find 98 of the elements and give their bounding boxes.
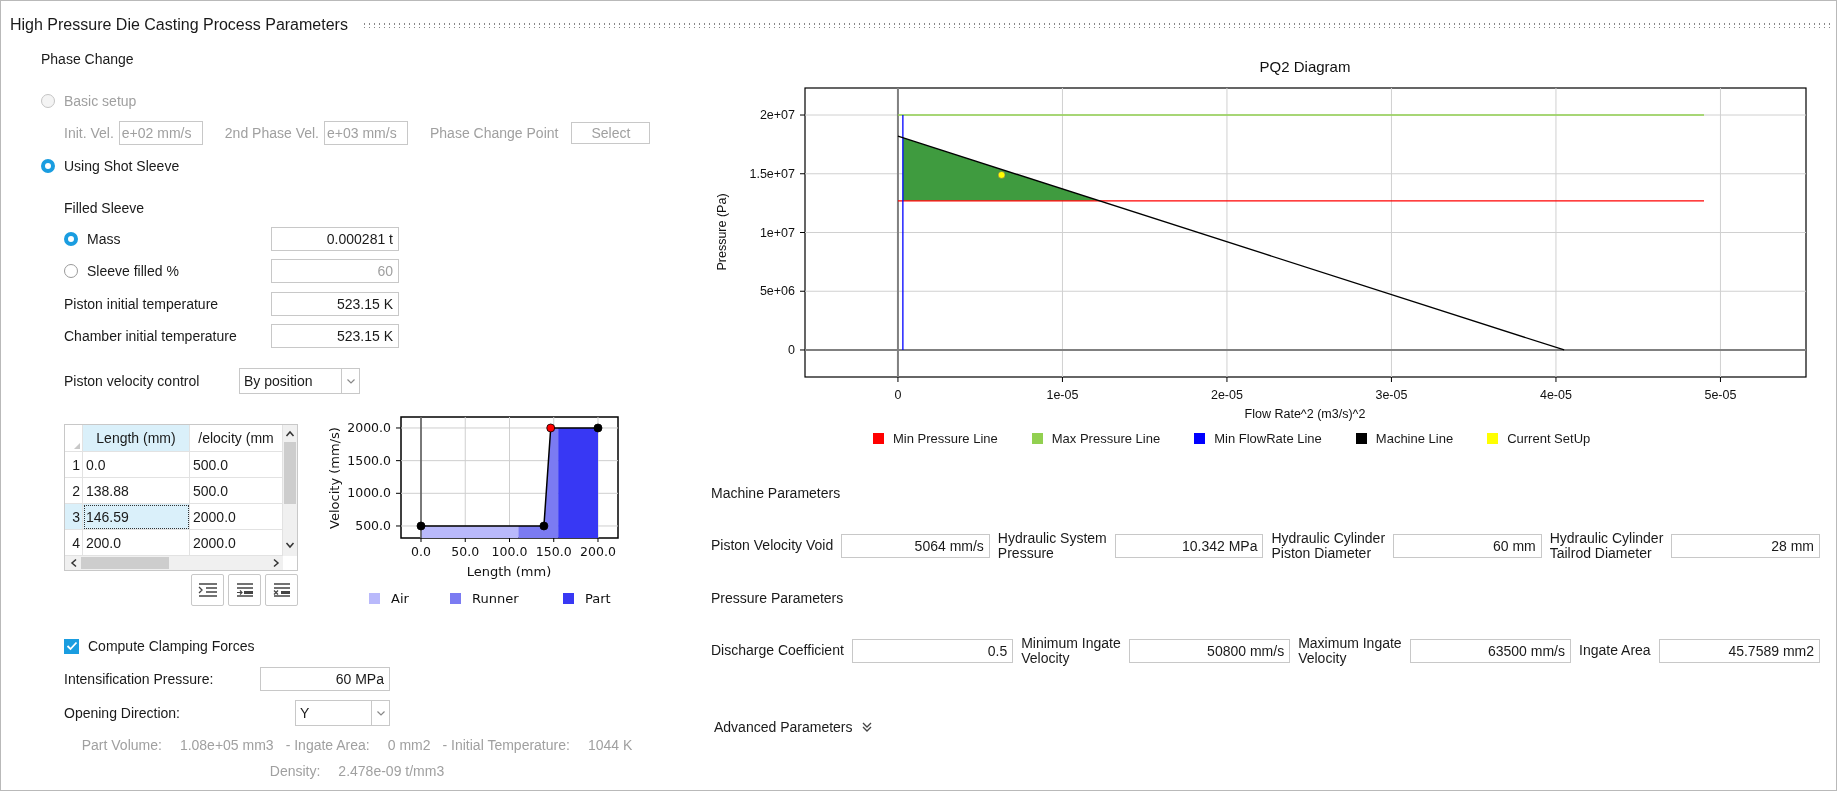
y-tick-label: 0 — [788, 343, 795, 357]
summary-label: Part Volume: — [81, 737, 162, 753]
axis-label: Flow Rate^2 (m3/s)^2 — [1244, 407, 1366, 421]
section-title: Machine Parameters — [711, 485, 841, 501]
vertical-scrollbar[interactable] — [283, 425, 297, 556]
x-tick-label: 100.0 — [491, 544, 528, 559]
x-tick-label: 50.0 — [451, 544, 480, 559]
table-tool-button[interactable] — [265, 574, 298, 606]
legend-label: Max Pressure Line — [1051, 430, 1161, 446]
text-field[interactable]: 0.5 — [851, 639, 1014, 663]
radio-option[interactable]: Using Shot Sleeve — [41, 158, 180, 174]
table-tool-button[interactable] — [228, 574, 261, 606]
x-tick-label: 2e-05 — [1210, 388, 1243, 402]
section-title: Pressure Parameters — [711, 590, 844, 606]
column-header[interactable]: Length (mm) — [83, 425, 190, 452]
text-field[interactable]: 10.342 MPa — [1114, 534, 1264, 558]
summary-label: - Initial Temperature: — [442, 737, 570, 753]
summary-value: 1044 K — [587, 737, 633, 753]
y-tick-label: 1.5e+07 — [749, 166, 795, 181]
horizontal-scrollbar[interactable] — [65, 556, 283, 570]
field-label: Intensification Pressure: — [64, 671, 214, 687]
legend-label: Machine Line — [1375, 430, 1454, 446]
y-tick-label: 1500.0 — [347, 452, 391, 468]
text-field[interactable]: 45.7589 mm2 — [1658, 639, 1820, 663]
legend-label: Min Pressure Line — [893, 430, 998, 446]
x-tick-label: 1e-05 — [1046, 388, 1079, 402]
summary-value: 1.08e+05 mm3 — [179, 737, 274, 753]
legend-label: Air — [391, 591, 409, 606]
x-tick-label: 200.0 — [580, 544, 616, 559]
rows-indent-icon — [197, 582, 218, 598]
field-label: Minimum Ingate Velocity — [1021, 635, 1121, 667]
y-tick-label: 5e+06 — [759, 284, 795, 299]
x-tick-label: 4e-05 — [1539, 388, 1572, 402]
row-header[interactable]: 3 — [65, 504, 83, 530]
checkbox[interactable]: Compute Clamping Forces — [64, 638, 255, 654]
y-tick-label: 1000.0 — [347, 485, 391, 501]
row-header[interactable]: 1 — [65, 452, 83, 478]
field-label: Hydraulic Cylinder Tailrod Diameter — [1549, 530, 1664, 562]
field-label: Piston initial temperature — [64, 295, 220, 312]
summary-label: Density: — [269, 763, 321, 779]
section-title: Phase Change — [41, 51, 134, 67]
field-label: Chamber initial temperature — [64, 328, 238, 344]
axis-label: Pressure (Pa) — [715, 193, 729, 271]
text-field[interactable]: 60 mm — [1393, 534, 1542, 558]
rows-arrow-icon — [234, 582, 255, 598]
field-label: 2nd Phase Vel. — [224, 125, 319, 141]
x-tick-label: 0.0 — [411, 544, 431, 559]
corner-triangle-icon — [74, 443, 80, 449]
field-label: Phase Change Point — [430, 125, 559, 141]
text-field[interactable]: 5064 mm/s — [841, 534, 990, 558]
text-field[interactable]: 0.000281 t — [271, 226, 399, 251]
double-chevron-icon — [861, 722, 872, 732]
section-title: Filled Sleeve — [64, 200, 145, 216]
window-title: High Pressure Die Casting Process Parameters — [10, 15, 348, 34]
table-tool-button[interactable] — [191, 574, 224, 606]
axis-label: Velocity (mm/s) — [327, 427, 342, 529]
radio-option[interactable]: Mass — [64, 230, 271, 247]
field-label: Hydraulic System Pressure — [997, 530, 1107, 562]
expander-button[interactable]: Advanced Parameters — [712, 719, 874, 735]
y-tick-label: 2e+07 — [759, 108, 795, 122]
text-field[interactable]: 523.15 K — [271, 291, 399, 316]
legend-label: Part — [585, 591, 611, 606]
x-tick-label: 5e-05 — [1704, 388, 1737, 402]
caret-icon — [346, 378, 355, 384]
y-tick-label: 500.0 — [355, 518, 391, 533]
field-label: Hydraulic Cylinder Piston Diameter — [1271, 530, 1386, 562]
field-label: Ingate Area — [1579, 643, 1651, 659]
legend-label: Current SetUp — [1507, 430, 1591, 446]
text-field[interactable]: 50800 mm/s — [1128, 639, 1291, 663]
field-label: Init. Vel. — [64, 125, 114, 141]
y-tick-label: 1e+07 — [759, 225, 795, 240]
x-tick-label: 3e-05 — [1375, 388, 1408, 402]
caret-icon — [376, 710, 385, 716]
field-label: Discharge Coefficient — [711, 643, 844, 659]
summary-value: 0 mm2 — [387, 737, 431, 753]
radio-option[interactable]: Sleeve filled % — [64, 263, 271, 279]
summary-label: - Ingate Area: — [285, 737, 370, 753]
text-field[interactable]: 63500 mm/s — [1409, 639, 1571, 663]
column-header[interactable]: /elocity (mm — [190, 425, 283, 452]
table-cell[interactable]: 146.59 — [83, 504, 190, 530]
legend-label: Min FlowRate Line — [1214, 430, 1322, 446]
field-label: Piston Velocity Void — [711, 538, 834, 554]
legend-label: Runner — [472, 591, 519, 606]
text-field[interactable]: 523.15 K — [271, 324, 399, 348]
text-field[interactable]: 28 mm — [1671, 534, 1820, 558]
table-cell[interactable]: 0.0 — [83, 452, 190, 478]
text-field[interactable]: 60 MPa — [260, 667, 390, 691]
y-tick-label: 2000.0 — [347, 420, 391, 435]
x-tick-label: 0 — [894, 388, 902, 402]
field-label: Maximum Ingate Velocity — [1298, 635, 1402, 667]
x-tick-label: 150.0 — [535, 544, 572, 559]
rows-delete-icon — [271, 582, 292, 598]
field-label: Opening Direction: — [64, 705, 180, 721]
axis-label: Length (mm) — [466, 564, 552, 579]
summary-value: 2.478e-09 t/mm3 — [338, 763, 445, 779]
checkmark-icon — [65, 641, 78, 651]
chart-title: PQ2 Diagram — [1259, 58, 1351, 75]
field-label: Piston velocity control — [64, 373, 201, 389]
